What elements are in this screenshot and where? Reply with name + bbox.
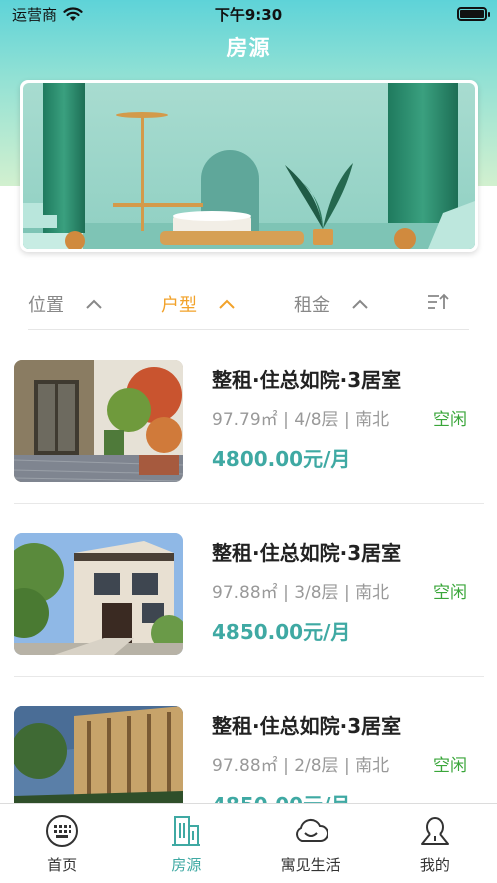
row-divider [14, 676, 484, 677]
listing-card[interactable]: 整租·住总如院·3居室 97.88㎡ | 3/8层 | 南北 空闲 4850.0… [0, 533, 497, 683]
listing-meta: 97.88㎡ | 3/8层 | 南北 [212, 583, 390, 603]
filter-location-label: 位置 [28, 295, 64, 316]
filter-rent-label: 租金 [294, 295, 330, 316]
banner-image [23, 83, 475, 249]
banner-carousel[interactable] [20, 80, 478, 252]
wifi-icon [63, 6, 83, 21]
filter-layout[interactable]: 户型 [161, 291, 235, 317]
sort-button[interactable] [427, 293, 449, 315]
tab-profile[interactable]: 我的 [373, 804, 497, 883]
listing-price: 4850.00元/月 [212, 620, 351, 644]
row-divider [14, 503, 484, 504]
filter-layout-label: 户型 [161, 295, 197, 316]
tab-lifestyle[interactable]: 寓见生活 [249, 804, 373, 883]
chevron-up-icon [352, 299, 368, 309]
tab-profile-label: 我的 [419, 856, 450, 874]
keyboard-icon [46, 815, 79, 847]
status-badge: 空闲 [433, 583, 467, 603]
filter-rent[interactable]: 租金 [294, 291, 368, 317]
status-badge: 空闲 [433, 756, 467, 776]
sort-icon [428, 293, 449, 309]
listing-thumbnail [14, 533, 183, 655]
listing-thumbnail [14, 360, 183, 482]
chevron-up-icon [86, 299, 102, 309]
tab-home-label: 首页 [47, 856, 78, 874]
user-icon [420, 816, 449, 845]
listing-title: 整租·住总如院·3居室 [212, 368, 402, 392]
listing-card[interactable]: 整租·住总如院·3居室 97.79㎡ | 4/8层 | 南北 空闲 4800.0… [0, 360, 497, 510]
listing-meta: 97.79㎡ | 4/8层 | 南北 [212, 410, 390, 430]
filter-location[interactable]: 位置 [28, 291, 102, 317]
tab-home[interactable]: 首页 [0, 804, 124, 883]
tab-listings[interactable]: 房源 [124, 804, 248, 883]
filter-divider [28, 329, 469, 330]
carrier-label: 运营商 [12, 5, 58, 24]
chevron-up-icon [219, 299, 235, 309]
tab-lifestyle-label: 寓见生活 [280, 856, 341, 874]
battery-icon [457, 7, 490, 21]
status-badge: 空闲 [433, 410, 467, 430]
page-title: 房源 [226, 36, 271, 60]
listing-meta: 97.88㎡ | 2/8层 | 南北 [212, 756, 390, 776]
status-bar: 运营商 下午9:30 [0, 0, 497, 28]
tab-listings-label: 房源 [171, 856, 202, 874]
listing-title: 整租·住总如院·3居室 [212, 541, 402, 565]
cloud-smile-icon [295, 818, 328, 842]
listing-price: 4800.00元/月 [212, 447, 351, 471]
listing-title: 整租·住总如院·3居室 [212, 714, 402, 738]
tab-bar: 首页 房源 寓见生活 我的 [0, 803, 497, 883]
building-icon [172, 816, 201, 846]
